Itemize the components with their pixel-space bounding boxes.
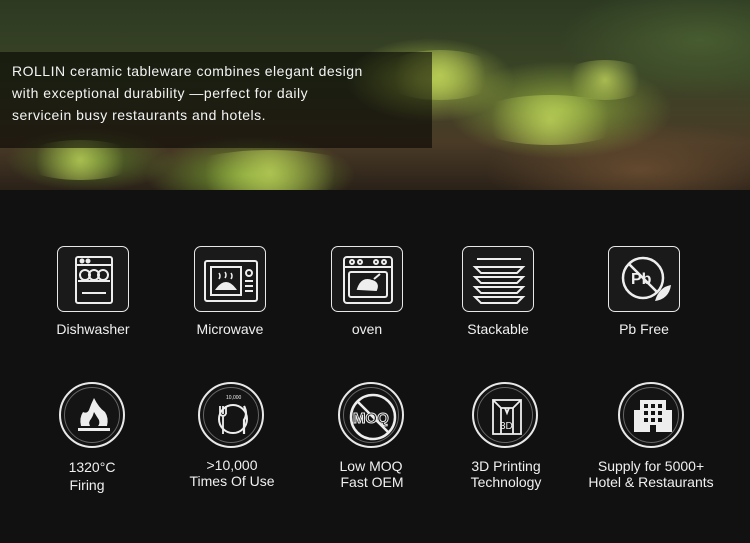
lead-free-icon: Pb (608, 246, 680, 312)
firing-temp-label: 1320°C (68, 459, 116, 475)
uses-count-label: >10,000 (206, 457, 258, 473)
hero-banner: ROLLIN ceramic tableware combines elegan… (0, 0, 750, 190)
low-moq-label: Low MOQ (339, 458, 403, 474)
pb-free-label: Pb Free (619, 321, 669, 337)
3d-printing-icon: 3D (472, 382, 538, 448)
dishwasher-label: Dishwasher (56, 321, 130, 337)
svg-text:Pb: Pb (631, 271, 652, 288)
firing-label: Firing (69, 477, 105, 493)
technology-label: Technology (470, 474, 542, 490)
3d-badge: 3D (500, 421, 513, 432)
dishwasher-icon (57, 246, 129, 312)
microwave-icon (194, 246, 266, 312)
hero-line-1: ROLLIN ceramic tableware combines elegan… (12, 63, 363, 79)
supply-label: Supply for 5000+ (597, 458, 705, 474)
oven-label: oven (351, 321, 383, 337)
hero-line-3: servicein busy restaurants and hotels. (12, 107, 267, 123)
times-of-use-label: Times Of Use (189, 473, 275, 489)
uses-badge: 10,000 (226, 395, 242, 401)
hotel-restaurants-label: Hotel & Restaurants (588, 474, 714, 490)
oven-icon (331, 246, 403, 312)
3d-printing-label: 3D Printing (471, 458, 541, 474)
stackable-label: Stackable (467, 321, 529, 337)
no-moq-icon: MOQ (338, 382, 404, 448)
plate-fork-knife-icon: 10,000 (198, 382, 264, 448)
stackable-plates-icon (462, 246, 534, 312)
fast-oem-label: Fast OEM (340, 474, 404, 490)
hero-description: ROLLIN ceramic tableware combines elegan… (0, 52, 432, 148)
hero-line-2: with exceptional durability —perfect for… (12, 85, 309, 101)
moq-badge: MOQ (353, 410, 389, 427)
hotel-building-icon (618, 382, 684, 448)
microwave-label: Microwave (196, 321, 264, 337)
fire-icon (59, 382, 125, 448)
